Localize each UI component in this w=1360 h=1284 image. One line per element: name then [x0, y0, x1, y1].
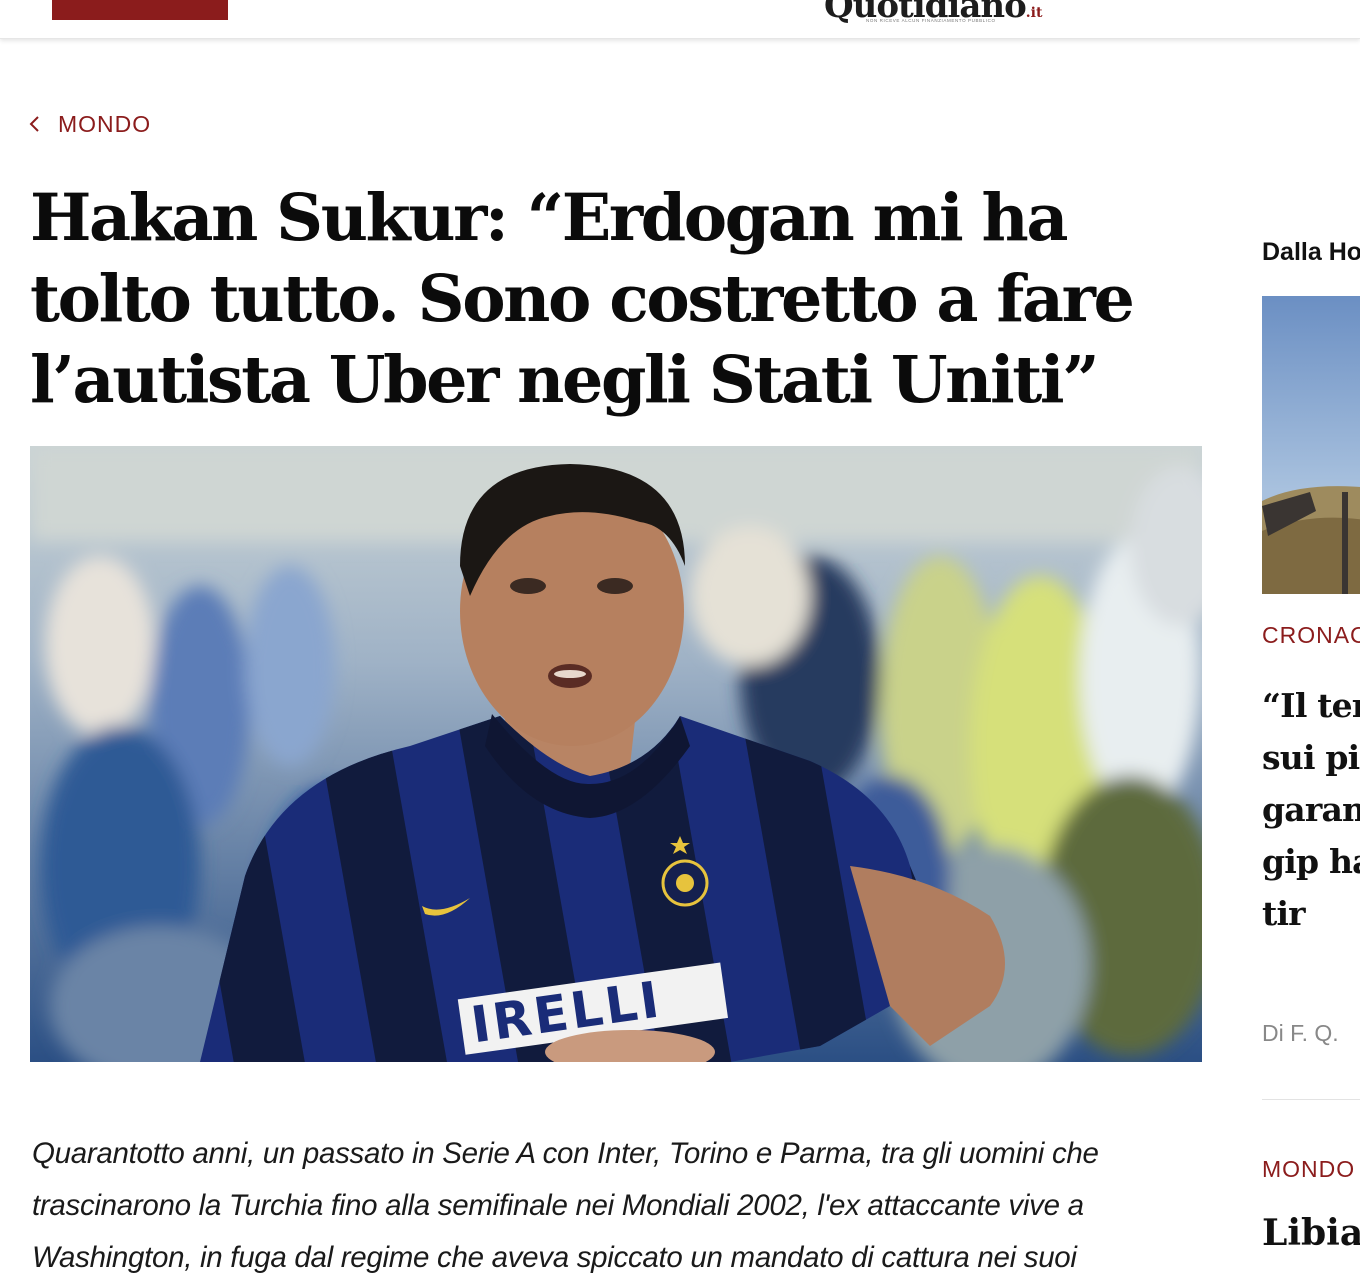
article-headline: Hakan Sukur: “Erdogan mi ha tolto tutto.… [30, 180, 1135, 418]
menu-button[interactable] [52, 0, 228, 20]
logo-tagline: NON RICEVE ALCUN FINANZIAMENTO PUBBLICO [866, 18, 996, 23]
sidebar-headline[interactable]: “Il ter sui pil garan gip ha tir [1262, 680, 1360, 940]
sidebar-category-2[interactable]: MONDO [1262, 1156, 1355, 1183]
article-lead: Quarantotto anni, un passato in Serie A … [32, 1137, 1099, 1274]
sidebar-category[interactable]: CRONAC [1262, 622, 1360, 649]
breadcrumb-category[interactable]: MONDO [58, 111, 151, 138]
logo-suffix: .it [1025, 5, 1043, 21]
chevron-left-icon [29, 116, 39, 132]
site-header: Quotidiano.it NON RICEVE ALCUN FINANZIAM… [0, 0, 1360, 39]
sidebar-divider [1262, 1099, 1360, 1100]
site-logo[interactable]: Quotidiano.it NON RICEVE ALCUN FINANZIAM… [824, 0, 1042, 26]
breadcrumb[interactable]: MONDO [28, 108, 151, 140]
sidebar-headline-line: gip ha [1262, 842, 1360, 881]
sidebar-headline-line: “Il ter [1262, 686, 1360, 725]
sidebar-title: Dalla Ho [1262, 238, 1360, 266]
sidebar-headline-2[interactable]: Libia, [1262, 1212, 1360, 1254]
sidebar-author: Di F. Q. [1262, 1020, 1339, 1046]
sidebar-article-image[interactable] [1262, 296, 1360, 594]
sidebar-headline-line: garan [1262, 790, 1360, 829]
hero-image: IRELLI [30, 446, 1202, 1062]
sidebar-headline-line: sui pil [1262, 738, 1360, 777]
sidebar-headline-line: tir [1262, 894, 1306, 933]
